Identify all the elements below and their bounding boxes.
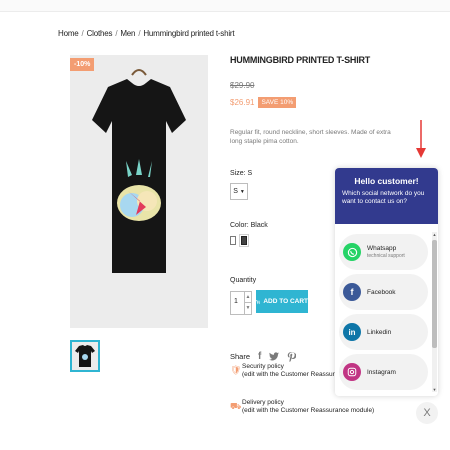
share-label: Share (230, 352, 251, 361)
scroll-down-icon[interactable]: ▼ (432, 387, 437, 392)
pinterest-share-icon[interactable] (287, 351, 297, 362)
facebook-icon: f (343, 283, 361, 301)
close-icon: X (423, 407, 431, 419)
quantity-label: Quantity (230, 277, 257, 284)
chat-header: Hello customer! Which social network do … (335, 168, 438, 224)
shield-icon: 🛡 (230, 365, 242, 375)
chat-question: Which social network do you want to cont… (342, 190, 425, 205)
close-chat-button[interactable]: X (416, 402, 438, 424)
social-chat-widget: Hello customer! Which social network do … (335, 168, 438, 396)
product-description: Regular fit, round neckline, short sleev… (230, 129, 391, 145)
breadcrumb-separator: / (81, 29, 84, 38)
chat-item-name: Facebook (367, 288, 396, 296)
product-info: HUMMINGBIRD PRINTED T-SHIRT $29.90 $26.9… (230, 55, 391, 414)
size-select[interactable]: S ▼ (230, 183, 248, 200)
product-thumbnail[interactable] (70, 340, 100, 372)
chat-item-sub: technical support (367, 253, 405, 259)
share-section: Share f (230, 351, 297, 362)
breadcrumb-home[interactable]: Home (58, 29, 79, 38)
chat-item-whatsapp[interactable]: Whatsapp technical support (339, 234, 428, 270)
price-row: $26.91 SAVE 10% (230, 97, 297, 108)
facebook-share-icon[interactable]: f (258, 351, 261, 362)
size-value: S (233, 188, 238, 195)
chat-item-name: Instagram (367, 368, 396, 376)
breadcrumb-current: Hummingbird printed t-shirt (143, 29, 235, 38)
breadcrumb: Home / Clothes / Men / Hummingbird printed t-s… (58, 29, 235, 38)
chat-scrollbar[interactable]: ▲ ▼ (432, 232, 437, 392)
save-badge: SAVE 10% (258, 97, 297, 108)
color-label: Color: Black (230, 222, 268, 229)
quantity-up-icon[interactable]: ▲ (244, 292, 251, 303)
chat-item-name: Linkedin (367, 328, 392, 336)
product-title: HUMMINGBIRD PRINTED T-SHIRT (230, 55, 371, 65)
linkedin-icon: in (343, 323, 361, 341)
chat-item-name: Whatsapp (367, 245, 397, 252)
add-to-cart-button[interactable]: ADD TO CART (256, 290, 308, 313)
whatsapp-icon (343, 243, 361, 261)
quantity-input[interactable]: 1 (234, 298, 238, 305)
chat-item-instagram[interactable]: Instagram (339, 354, 428, 390)
tshirt-thumbnail-image (75, 345, 95, 367)
chevron-down-icon: ▼ (239, 188, 245, 195)
current-price: $26.91 (230, 98, 255, 107)
chat-channel-list: Whatsapp technical support f Facebook in… (335, 234, 431, 394)
truck-icon: ⛟ (230, 401, 242, 411)
arrow-down-icon (416, 120, 426, 158)
product-main-image[interactable]: -10% (70, 55, 208, 328)
chat-greeting: Hello customer! (354, 176, 419, 186)
instagram-icon (343, 363, 361, 381)
color-swatch-black[interactable] (239, 234, 249, 247)
reassurance-sub: (edit with the Customer Reassurance modu… (242, 407, 375, 414)
breadcrumb-clothes[interactable]: Clothes (87, 29, 113, 38)
add-to-cart-label: ADD TO CART (263, 298, 308, 305)
quantity-down-icon[interactable]: ▼ (244, 303, 251, 314)
quantity-stepper[interactable]: 1 ▲ ▼ (230, 291, 252, 315)
breadcrumb-men[interactable]: Men (120, 29, 135, 38)
scroll-up-icon[interactable]: ▲ (432, 232, 437, 237)
tshirt-image (92, 69, 186, 273)
top-bar (0, 0, 450, 12)
chat-item-linkedin[interactable]: in Linkedin (339, 314, 428, 350)
twitter-share-icon[interactable] (269, 352, 280, 361)
reassurance-title: Delivery policy (242, 399, 284, 406)
color-swatch-white[interactable] (230, 236, 236, 245)
reassurance-delivery: ⛟ Delivery policy (edit with the Custome… (230, 399, 400, 415)
cart-icon (256, 299, 261, 304)
chat-item-facebook[interactable]: f Facebook (339, 274, 428, 310)
scrollbar-thumb[interactable] (432, 240, 437, 348)
size-label: Size: S (230, 170, 253, 177)
breadcrumb-separator: / (115, 29, 118, 38)
breadcrumb-separator: / (138, 29, 141, 38)
discount-flag: -10% (70, 58, 95, 71)
regular-price: $29.90 (230, 81, 255, 90)
